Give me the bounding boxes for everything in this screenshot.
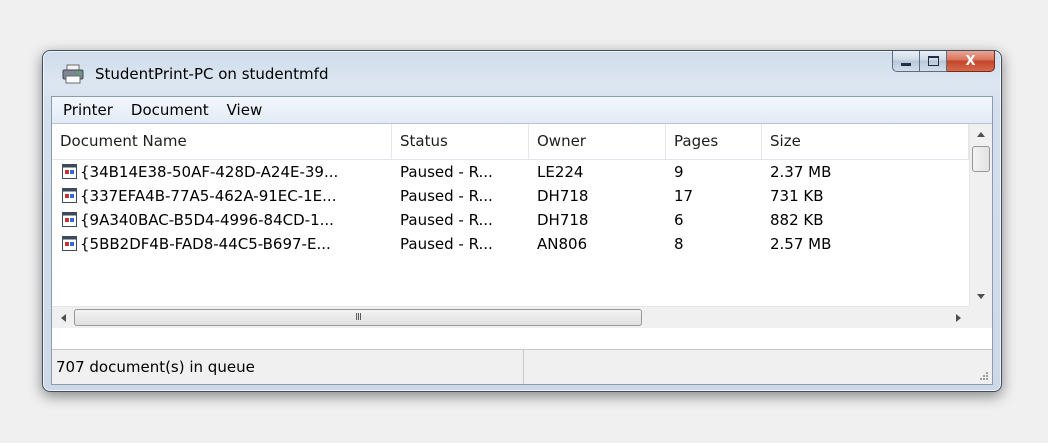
status-queue-count: 707 document(s) in queue <box>52 350 524 384</box>
scrollbar-corner <box>969 306 992 328</box>
title-bar[interactable]: StudentPrint-PC on studentmfd X <box>43 51 1001 96</box>
menu-printer[interactable]: Printer <box>52 97 122 123</box>
close-button[interactable]: X <box>947 51 995 72</box>
cell-pages: 6 <box>674 211 684 229</box>
column-header-status[interactable]: Status <box>392 124 529 159</box>
document-list: Document Name Status Owner Pages Size {3… <box>52 124 992 330</box>
cell-status: Paused - R... <box>400 187 493 205</box>
vertical-scroll-thumb[interactable] <box>972 146 990 172</box>
cell-status: Paused - R... <box>400 235 493 253</box>
printer-icon <box>62 64 84 84</box>
list-header: Document Name Status Owner Pages Size <box>52 124 969 160</box>
cell-document-name: {34B14E38-50AF-428D-A24E-39... <box>80 163 339 181</box>
table-row[interactable]: {337EFA4B-77A5-462A-91EC-1E... Paused - … <box>52 184 969 208</box>
scroll-grip: III <box>355 312 362 323</box>
maximize-icon <box>927 56 939 66</box>
cell-status: Paused - R... <box>400 211 493 229</box>
minimize-icon <box>901 62 911 66</box>
table-row[interactable]: {9A340BAC-B5D4-4996-84CD-1... Paused - R… <box>52 208 969 232</box>
menu-document[interactable]: Document <box>122 97 218 123</box>
maximize-button[interactable] <box>920 51 947 72</box>
cell-document-name: {9A340BAC-B5D4-4996-84CD-1... <box>80 211 334 229</box>
cell-status: Paused - R... <box>400 163 493 181</box>
status-bar: 707 document(s) in queue <box>52 349 992 384</box>
menu-bar: Printer Document View <box>52 97 992 124</box>
desktop-background: StudentPrint-PC on studentmfd X Printer … <box>0 0 1048 443</box>
horizontal-scrollbar[interactable]: III <box>52 306 969 328</box>
status-pane-secondary <box>524 350 992 384</box>
minimize-button[interactable] <box>892 51 920 72</box>
cell-size: 2.57 MB <box>770 235 832 253</box>
horizontal-scroll-thumb[interactable]: III <box>74 309 642 326</box>
triangle-right-icon <box>955 313 961 322</box>
menu-view[interactable]: View <box>218 97 272 123</box>
column-header-pages[interactable]: Pages <box>666 124 762 159</box>
table-row[interactable]: {5BB2DF4B-FAD8-44C5-B697-E... Paused - R… <box>52 232 969 256</box>
triangle-left-icon <box>60 313 66 322</box>
cell-pages: 9 <box>674 163 684 181</box>
cell-size: 2.37 MB <box>770 163 832 181</box>
cell-size: 882 KB <box>770 211 824 229</box>
cell-size: 731 KB <box>770 187 824 205</box>
resize-grip-icon[interactable] <box>978 370 988 380</box>
cell-owner: LE224 <box>537 163 584 181</box>
triangle-up-icon <box>977 131 985 137</box>
cell-owner: DH718 <box>537 187 589 205</box>
cell-pages: 17 <box>674 187 694 205</box>
cell-owner: AN806 <box>537 235 588 253</box>
table-row[interactable]: {34B14E38-50AF-428D-A24E-39... Paused - … <box>52 160 969 184</box>
print-queue-window: StudentPrint-PC on studentmfd X Printer … <box>42 50 1002 392</box>
cell-document-name: {337EFA4B-77A5-462A-91EC-1E... <box>80 187 337 205</box>
scroll-up-button[interactable] <box>970 124 992 144</box>
column-header-owner[interactable]: Owner <box>529 124 666 159</box>
cell-document-name: {5BB2DF4B-FAD8-44C5-B697-E... <box>80 235 331 253</box>
scroll-right-button[interactable] <box>947 307 969 328</box>
cell-owner: DH718 <box>537 211 589 229</box>
caption-buttons: X <box>892 51 995 72</box>
triangle-down-icon <box>977 293 985 299</box>
window-title: StudentPrint-PC on studentmfd <box>95 65 329 83</box>
column-header-document-name[interactable]: Document Name <box>52 124 392 159</box>
scroll-left-button[interactable] <box>52 307 74 328</box>
scroll-down-button[interactable] <box>970 286 992 306</box>
column-header-size[interactable]: Size <box>762 124 969 159</box>
client-area: Printer Document View Document Name Stat… <box>51 96 993 385</box>
vertical-scrollbar[interactable] <box>969 124 992 306</box>
cell-pages: 8 <box>674 235 684 253</box>
close-icon: X <box>965 53 976 69</box>
